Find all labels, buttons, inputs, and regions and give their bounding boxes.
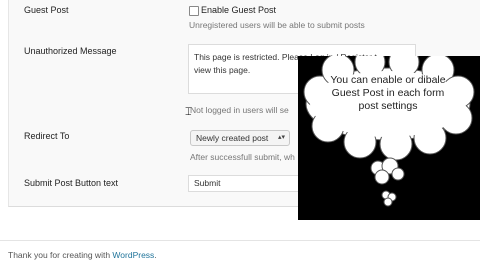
unauthorized-message-label: Unauthorized Message: [24, 46, 117, 56]
guest-post-description: Unregistered users will be able to submi…: [189, 20, 365, 30]
redirect-to-select[interactable]: Newly created post ▴▾: [190, 130, 290, 146]
guest-post-label: Guest Post: [24, 5, 69, 15]
callout-overlay: You can enable or dibale Guest Post in e…: [298, 56, 480, 220]
redirect-to-selected-value: Newly created post: [196, 133, 269, 143]
footer-divider: [0, 240, 480, 241]
submit-button-text-label: Submit Post Button text: [24, 178, 119, 188]
footer-text: Thank you for creating with: [8, 250, 113, 260]
footer-suffix: .: [154, 250, 157, 260]
unauthorized-message-description: Not logged in users will se: [190, 105, 289, 115]
guest-post-checkbox[interactable]: [189, 6, 199, 16]
redirect-to-description: After successfull submit, wh: [190, 152, 295, 162]
submit-button-text-input[interactable]: Submit: [188, 175, 308, 192]
wordpress-link[interactable]: WordPress: [112, 250, 154, 260]
admin-footer: Thank you for creating with WordPress.: [8, 250, 157, 260]
select-arrows-icon: ▴▾: [277, 134, 285, 141]
redirect-to-label: Redirect To: [24, 131, 70, 141]
guest-post-checkbox-label[interactable]: Enable Guest Post: [201, 5, 276, 15]
callout-text: You can enable or dibale Guest Post in e…: [330, 74, 446, 112]
